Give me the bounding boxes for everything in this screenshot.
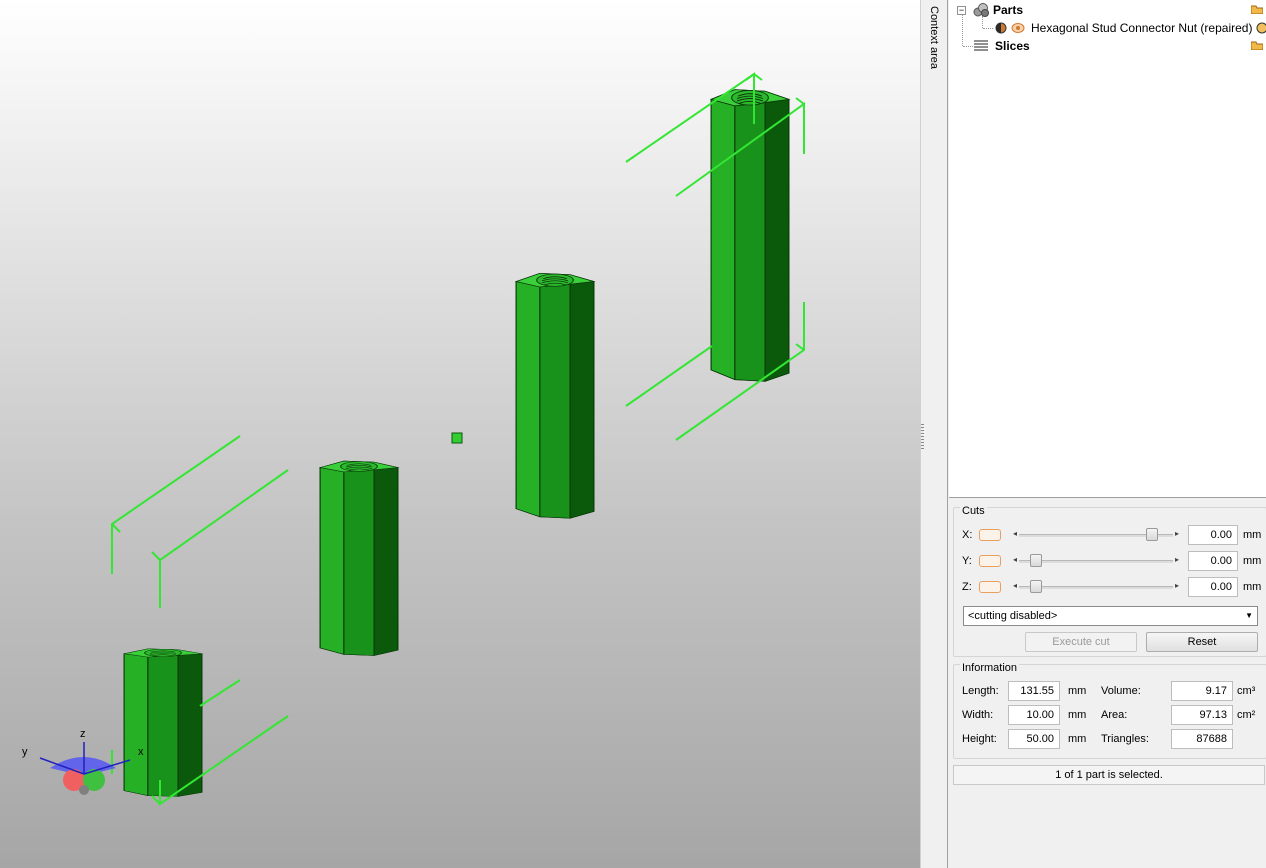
length-unit: mm <box>1068 685 1087 697</box>
axis-label-z: z <box>80 728 86 740</box>
tree-item-slices[interactable]: Slices <box>973 37 1030 55</box>
height-unit: mm <box>1068 733 1087 745</box>
cut-mode-select[interactable]: <cutting disabled> ▼ <box>963 606 1258 626</box>
cut-z-slider-thumb[interactable] <box>1030 580 1042 593</box>
part-color-icon <box>995 22 1007 34</box>
cut-x-toggle[interactable] <box>979 529 1001 541</box>
triangles-value: 87688 <box>1171 729 1233 749</box>
parts-group-icon <box>973 3 989 17</box>
tree-item-parts[interactable]: − Parts <box>957 1 1023 19</box>
selection-status: 1 of 1 part is selected. <box>953 765 1265 785</box>
volume-value: 9.17 <box>1171 681 1233 701</box>
length-label: Length: <box>962 685 999 697</box>
tree-label-part: Hexagonal Stud Connector Nut (repaired) <box>1031 21 1253 35</box>
tool-panel: Cuts X: ◂ ▸ 0.00 mm Y: ◂ ▸ 0.00 mm Z: ◂ ▸ 0… <box>949 498 1266 868</box>
cut-y-slider-thumb[interactable] <box>1030 554 1042 567</box>
width-value: 10.00 <box>1008 705 1060 725</box>
axis-gizmo-graphic <box>39 742 131 795</box>
cut-x-value[interactable]: 0.00 <box>1188 525 1238 545</box>
area-value: 97.13 <box>1171 705 1233 725</box>
area-label: Area: <box>1101 709 1128 721</box>
chevron-down-icon: ▼ <box>1245 611 1253 620</box>
cut-mode-value: <cutting disabled> <box>968 610 1058 622</box>
execute-cut-button[interactable]: Execute cut <box>1025 632 1137 652</box>
length-value: 131.55 <box>1008 681 1060 701</box>
cut-z-unit: mm <box>1243 581 1262 593</box>
visibility-eye-icon[interactable] <box>1011 22 1025 34</box>
cut-x-label: X: <box>962 529 973 541</box>
triangles-label: Triangles: <box>1101 733 1149 745</box>
cut-x-slider-thumb[interactable] <box>1146 528 1158 541</box>
cut-z-slider[interactable]: ◂ ▸ <box>1011 579 1181 595</box>
part-status-icon <box>1256 22 1266 34</box>
axis-gizmo[interactable]: z y x <box>18 728 158 808</box>
part-stud-4[interactable] <box>710 89 790 382</box>
splitter-grip[interactable] <box>921 424 924 450</box>
cut-y-slider[interactable]: ◂ ▸ <box>1011 553 1181 569</box>
reset-button[interactable]: Reset <box>1146 632 1258 652</box>
cut-y-value[interactable]: 0.00 <box>1188 551 1238 571</box>
collapse-toggle[interactable]: − <box>957 5 966 15</box>
pivot-marker[interactable] <box>451 432 463 444</box>
axis-label-y: y <box>22 746 28 758</box>
folder-open-icon[interactable] <box>1251 40 1263 50</box>
axis-label-x: x <box>138 746 144 758</box>
context-area-label[interactable]: Context area <box>928 6 940 69</box>
width-unit: mm <box>1068 709 1087 721</box>
part-stud-2[interactable] <box>319 460 399 657</box>
height-label: Height: <box>962 733 997 745</box>
folder-open-icon[interactable] <box>1251 4 1263 14</box>
cut-y-label: Y: <box>962 555 972 567</box>
width-label: Width: <box>962 709 994 721</box>
volume-unit: cm³ <box>1237 685 1256 697</box>
cut-z-toggle[interactable] <box>979 581 1001 593</box>
area-unit: cm² <box>1237 709 1256 721</box>
cut-z-label: Z: <box>962 581 972 593</box>
height-value: 50.00 <box>1008 729 1060 749</box>
parts-tree[interactable]: − Parts Hexagonal Stud Connector Nut (re… <box>949 0 1266 498</box>
information-title: Information <box>960 662 1020 674</box>
tree-label-parts: Parts <box>993 3 1024 17</box>
slices-icon <box>974 40 988 51</box>
tree-item-part[interactable]: Hexagonal Stud Connector Nut (repaired) <box>995 19 1266 37</box>
cuts-title: Cuts <box>960 505 987 517</box>
context-area-splitter[interactable] <box>920 0 948 868</box>
part-stud-3[interactable] <box>515 272 595 519</box>
volume-label: Volume: <box>1101 685 1141 697</box>
cut-x-slider[interactable]: ◂ ▸ <box>1011 527 1181 543</box>
3d-viewport[interactable]: z y x <box>0 0 920 868</box>
tree-label-slices: Slices <box>995 39 1030 53</box>
cut-y-unit: mm <box>1243 555 1262 567</box>
cut-x-unit: mm <box>1243 529 1262 541</box>
cut-z-value[interactable]: 0.00 <box>1188 577 1238 597</box>
cut-y-toggle[interactable] <box>979 555 1001 567</box>
